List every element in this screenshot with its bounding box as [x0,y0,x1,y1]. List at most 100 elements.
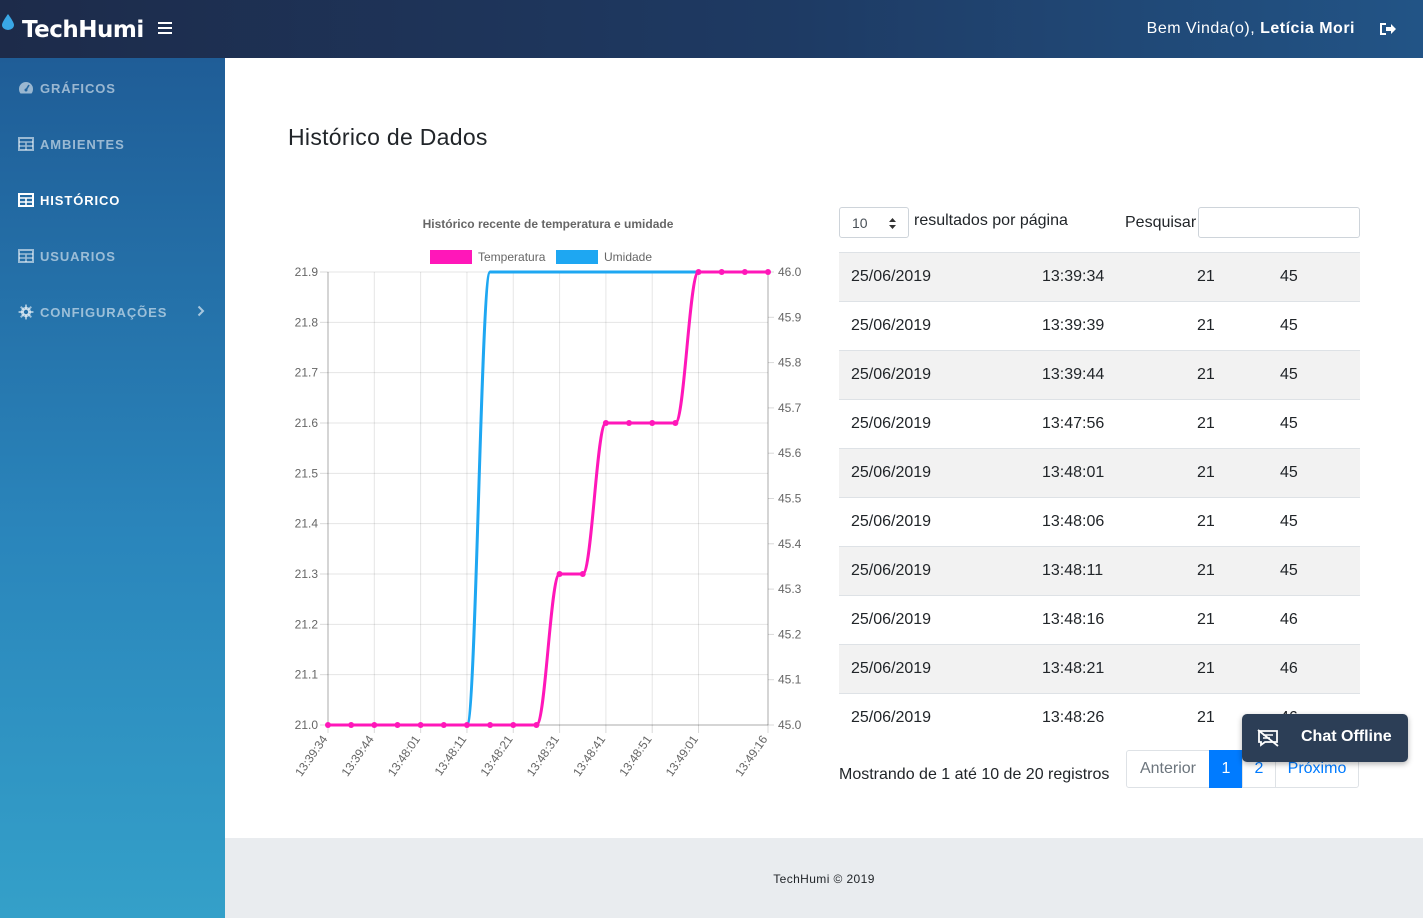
table-icon [18,193,34,207]
data-point [487,722,494,728]
chart-title: Histórico recente de temperatura e umida… [423,217,674,231]
table-row: 25/06/2019 13:48:16 21 46 [839,595,1360,645]
y-left-tick-label: 21.9 [295,265,319,279]
page-length-label: resultados por página [914,212,1068,229]
y-left-tick-label: 21.6 [295,416,319,430]
page-length-select[interactable]: 10 [839,207,909,238]
sidebar-item-label: AMBIENTES [40,136,125,152]
footer: TechHumi © 2019 [225,838,1423,918]
sidebar-item-graficos[interactable]: GRÁFICOS [0,68,225,108]
y-right-tick-label: 45.4 [778,537,802,551]
logout-icon[interactable] [1379,21,1397,37]
data-point [440,722,447,728]
brand-logo[interactable]: TechHumi [14,14,144,46]
sidebar-item-ambientes[interactable]: AMBIENTES [0,124,225,164]
select-arrows-icon [889,218,896,229]
dashboard-icon [18,82,34,94]
y-left-tick-label: 21.2 [295,617,319,631]
cell-date: 25/06/2019 [839,399,1042,449]
chevron-right-icon [197,305,205,317]
cell-time: 13:39:34 [1042,252,1197,302]
cell-date: 25/06/2019 [839,546,1042,596]
sidebar-item-usuarios[interactable]: USUARIOS [0,236,225,276]
cell-temperature: 21 [1197,546,1280,596]
y-right-tick-label: 45.0 [778,718,802,732]
y-right-tick-label: 45.3 [778,582,802,596]
cell-time: 13:47:56 [1042,399,1197,449]
sidebar-item-label: USUARIOS [40,248,116,264]
sidebar-item-configuracoes[interactable]: CONFIGURAÇÕES [0,292,225,332]
welcome-message: Bem Vinda(o), Letícia Mori [1147,20,1355,38]
sidebar-item-historico[interactable]: HISTÓRICO [0,180,225,220]
data-point [371,722,378,728]
table-row: 25/06/2019 13:39:44 21 45 [839,350,1360,400]
cell-date: 25/06/2019 [839,301,1042,351]
table-row: 25/06/2019 13:48:21 21 46 [839,644,1360,694]
history-table: 25/06/2019 13:39:34 21 45 25/06/2019 13:39:39… [839,252,1360,743]
x-tick-label: 13:48:31 [524,732,562,779]
brand-name: TechHumi [22,17,144,43]
cell-humidity: 46 [1280,644,1360,694]
x-tick-label: 13:39:34 [292,732,330,779]
cell-temperature: 21 [1197,595,1280,645]
y-right-tick-label: 46.0 [778,265,802,279]
y-left-tick-label: 21.0 [295,718,319,732]
chat-offline-button[interactable]: Chat Offline [1242,714,1408,762]
y-left-tick-label: 21.5 [295,466,319,480]
legend-label: Umidade [604,250,652,264]
cell-temperature: 21 [1197,399,1280,449]
page-title: Histórico de Dados [288,124,488,150]
chat-offline-icon [1257,729,1279,747]
data-point [602,420,609,426]
chat-label: Chat Offline [1301,728,1392,745]
cell-date: 25/06/2019 [839,595,1042,645]
top-navbar: TechHumi Bem Vinda(o), Letícia Mori [0,0,1423,58]
x-tick-label: 13:48:21 [477,732,515,779]
data-point [510,722,517,728]
table-row: 25/06/2019 13:48:06 21 45 [839,497,1360,547]
data-point [348,722,355,728]
y-right-tick-label: 45.2 [778,627,802,641]
pagination-previous[interactable]: Anterior [1126,750,1210,788]
table-row: 25/06/2019 13:48:01 21 45 [839,448,1360,498]
legend-swatch [556,250,598,264]
history-chart: Histórico recente de temperatura e umida… [280,208,810,788]
data-point [718,269,725,275]
legend-label: Temperatura [478,250,546,264]
data-point [394,722,401,728]
cell-humidity: 45 [1280,546,1360,596]
menu-toggle-icon[interactable] [158,22,172,36]
cell-time: 13:48:11 [1042,546,1197,596]
table-icon [18,137,34,151]
y-right-tick-label: 45.6 [778,446,802,460]
page-length-value: 10 [852,215,868,231]
data-point [556,571,563,577]
data-point [672,420,679,426]
welcome-prefix: Bem Vinda(o), [1146,20,1261,37]
y-left-tick-label: 21.1 [295,668,319,682]
data-point [463,722,470,728]
droplet-icon [2,14,14,30]
table-row: 25/06/2019 13:47:56 21 45 [839,399,1360,449]
cell-temperature: 21 [1197,252,1280,302]
cell-humidity: 45 [1280,350,1360,400]
table-row: 25/06/2019 13:39:39 21 45 [839,301,1360,351]
y-left-tick-label: 21.3 [295,567,319,581]
history-chart-svg: Histórico recente de temperatura e umida… [292,217,802,779]
cell-time: 13:48:06 [1042,497,1197,547]
search-input[interactable] [1198,207,1360,238]
cell-time: 13:39:39 [1042,301,1197,351]
y-right-tick-label: 45.9 [778,310,802,324]
cell-humidity: 45 [1280,252,1360,302]
gear-icon [18,304,34,320]
y-left-tick-label: 21.8 [295,315,319,329]
data-point [765,269,771,275]
x-tick-label: 13:39:44 [339,732,377,779]
table-icon [18,249,34,263]
data-point [579,571,586,577]
sidebar-item-label: CONFIGURAÇÕES [40,304,168,320]
cell-humidity: 45 [1280,399,1360,449]
x-tick-label: 13:48:01 [385,732,423,779]
pagination-page-1[interactable]: 1 [1209,750,1243,788]
table-row: 25/06/2019 13:39:34 21 45 [839,252,1360,302]
